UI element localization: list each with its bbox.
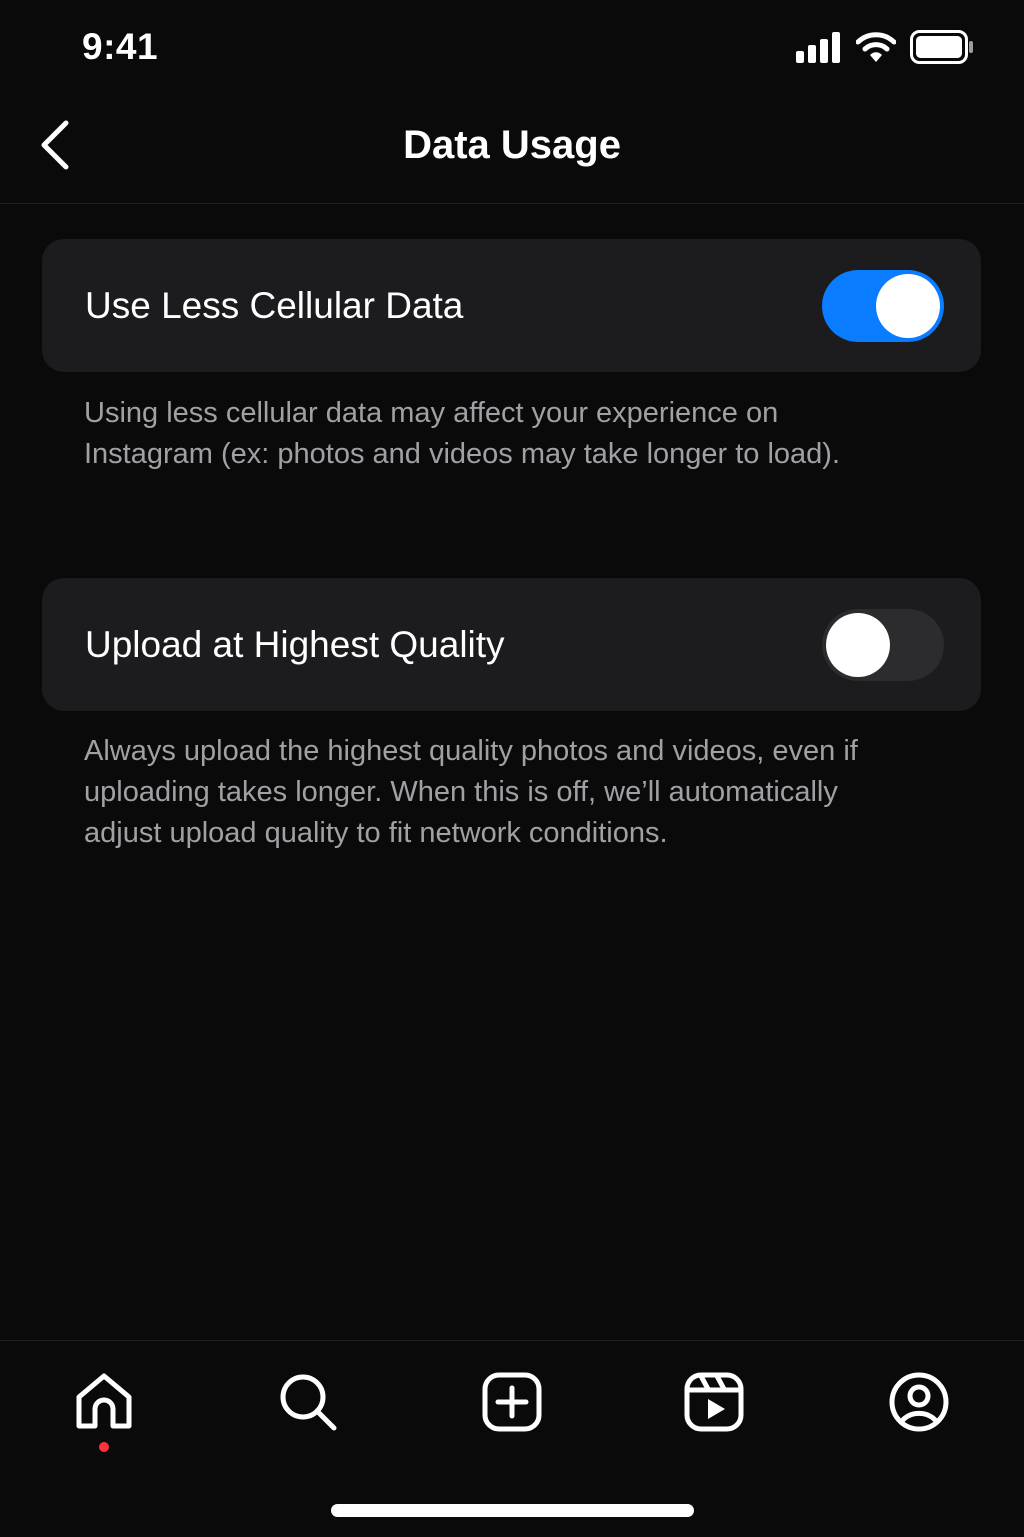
setting-description: Using less cellular data may affect your… bbox=[84, 397, 841, 470]
setting-card-use-less-cellular-data: Use Less Cellular Data bbox=[42, 239, 981, 372]
create-post-icon bbox=[481, 1371, 543, 1438]
reels-icon bbox=[683, 1371, 745, 1438]
upload-at-highest-quality-toggle[interactable] bbox=[822, 609, 944, 681]
battery-icon bbox=[910, 30, 974, 69]
setting-description: Always upload the highest quality photos… bbox=[84, 735, 858, 849]
tab-profile[interactable] bbox=[884, 1369, 954, 1439]
home-icon bbox=[73, 1371, 135, 1438]
status-time: 9:41 bbox=[82, 26, 159, 67]
navigation-header: Data Usage bbox=[0, 95, 1024, 204]
cellular-signal-icon bbox=[796, 31, 842, 68]
page-title: Data Usage bbox=[403, 123, 621, 167]
notification-dot bbox=[99, 1442, 109, 1452]
home-indicator bbox=[331, 1504, 694, 1517]
bottom-tab-bar bbox=[0, 1340, 1024, 1537]
setting-label: Upload at Highest Quality bbox=[85, 624, 505, 665]
setting-label: Use Less Cellular Data bbox=[85, 285, 464, 326]
setting-card-upload-at-highest-quality: Upload at Highest Quality bbox=[42, 578, 981, 711]
status-bar: 9:41 bbox=[0, 0, 1024, 95]
use-less-cellular-data-toggle[interactable] bbox=[822, 270, 944, 342]
tab-reels[interactable] bbox=[679, 1369, 749, 1439]
tab-home[interactable] bbox=[69, 1369, 139, 1439]
status-icons bbox=[796, 30, 974, 69]
tab-search[interactable] bbox=[273, 1369, 343, 1439]
profile-icon bbox=[888, 1371, 950, 1438]
wifi-icon bbox=[855, 31, 897, 68]
search-icon bbox=[277, 1371, 339, 1438]
toggle-knob bbox=[826, 613, 890, 677]
toggle-knob bbox=[876, 274, 940, 338]
tab-create[interactable] bbox=[477, 1369, 547, 1439]
